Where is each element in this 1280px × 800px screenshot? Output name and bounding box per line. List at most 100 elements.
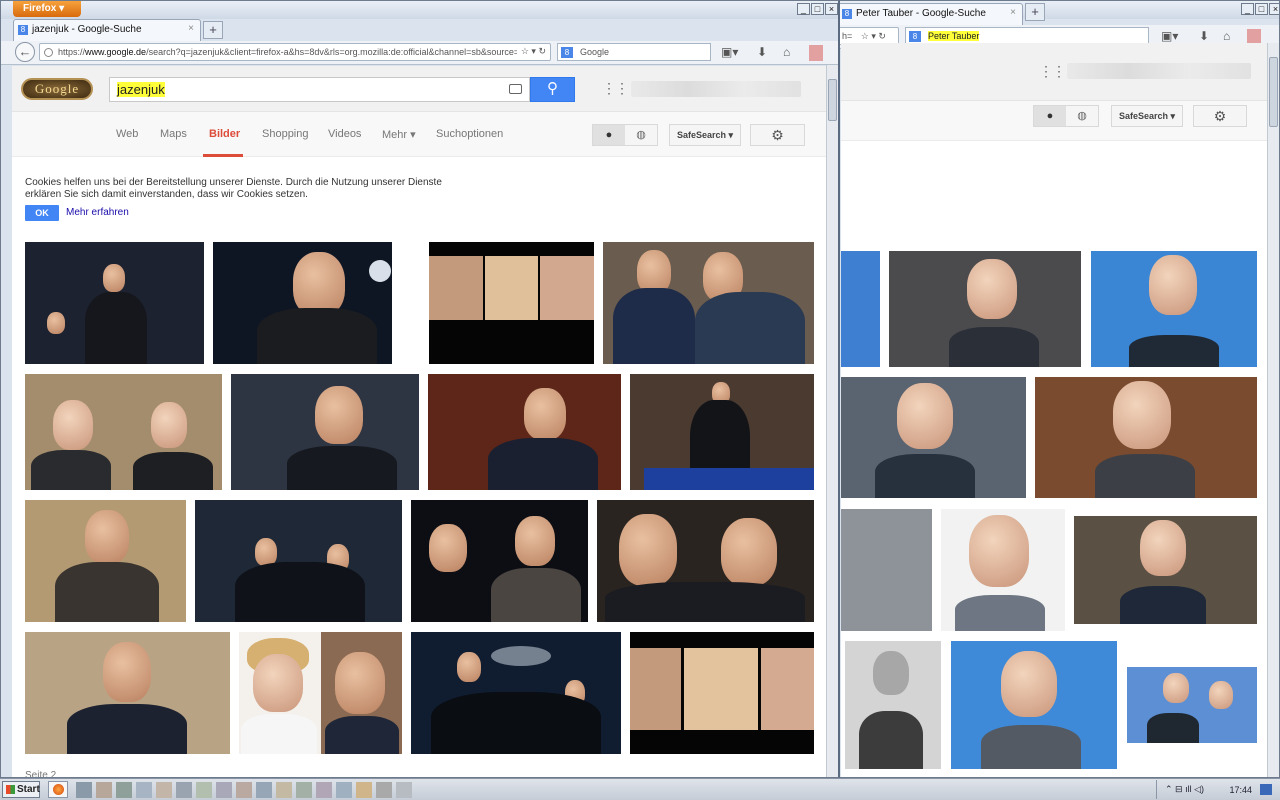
addon-icon[interactable] [809, 45, 823, 61]
search-button[interactable]: ⚲ [530, 77, 575, 102]
start-button[interactable]: Start [2, 781, 40, 798]
learn-more-link[interactable]: Mehr erfahren [66, 207, 129, 218]
download-icon[interactable]: ⬇ [1199, 29, 1209, 43]
result-image[interactable] [1127, 667, 1257, 743]
tray-icons[interactable]: ⌃ ⊟ ıll ◁) [1165, 784, 1204, 794]
safesearch-button[interactable]: SafeSearch ▾ [1111, 105, 1184, 127]
result-image[interactable] [941, 509, 1065, 631]
settings-gear-icon[interactable]: ⚙ [1193, 105, 1247, 127]
minimize-button[interactable]: _ [1241, 3, 1254, 15]
result-image[interactable] [411, 500, 588, 622]
result-image[interactable] [25, 500, 186, 622]
tab-web[interactable]: Web [116, 128, 138, 140]
result-image[interactable] [195, 500, 402, 622]
close-button[interactable]: × [1269, 3, 1279, 15]
close-button[interactable]: × [825, 3, 838, 15]
result-image[interactable] [845, 641, 941, 769]
taskbar-item[interactable] [216, 782, 232, 798]
private-results-toggle[interactable]: ● ◍ [1033, 105, 1099, 127]
taskbar-item[interactable] [376, 782, 392, 798]
apps-grid-icon[interactable]: ⋮⋮⋮ [1039, 64, 1079, 79]
result-image[interactable] [25, 374, 222, 490]
vertical-scrollbar[interactable] [826, 65, 838, 777]
tab-suchoptionen[interactable]: Suchoptionen [436, 128, 503, 140]
taskbar-item[interactable] [296, 782, 312, 798]
apps-grid-icon[interactable]: ⋮⋮⋮ [602, 81, 642, 96]
person-icon[interactable]: ● [1034, 106, 1066, 126]
bookmark-star-icon[interactable]: ☆ ▾ ↻ [861, 31, 886, 41]
result-image[interactable] [597, 500, 814, 622]
settings-gear-icon[interactable]: ⚙ [750, 124, 805, 146]
taskbar-item[interactable] [236, 782, 252, 798]
download-icon[interactable]: ⬇ [757, 45, 767, 59]
close-tab-icon[interactable]: × [1010, 7, 1016, 18]
result-image[interactable] [889, 251, 1081, 367]
action-center-icon[interactable] [1260, 784, 1272, 795]
url-bar[interactable]: https://www.google.de/search?q=jazenjuk&… [39, 43, 551, 61]
result-image[interactable] [1035, 377, 1257, 498]
taskbar-item[interactable] [176, 782, 192, 798]
tab-bilder[interactable]: Bilder [209, 128, 240, 140]
maximize-button[interactable]: □ [1255, 3, 1268, 15]
back-button-icon[interactable]: ← [15, 42, 35, 62]
result-image[interactable] [429, 242, 594, 364]
firefox-taskbar-icon[interactable] [48, 781, 68, 798]
person-icon[interactable]: ● [593, 125, 625, 145]
addon-icon[interactable] [1247, 29, 1261, 43]
result-image[interactable] [841, 377, 1026, 498]
result-image[interactable] [25, 242, 204, 364]
result-image[interactable] [25, 632, 230, 754]
private-results-toggle[interactable]: ● ◍ [592, 124, 658, 146]
result-image[interactable] [841, 509, 932, 631]
taskbar-item[interactable] [196, 782, 212, 798]
cookie-ok-button[interactable]: OK [25, 205, 59, 221]
taskbar-item[interactable] [116, 782, 132, 798]
result-image[interactable] [1091, 251, 1257, 367]
home-icon[interactable]: ⌂ [1223, 29, 1230, 43]
result-image[interactable] [951, 641, 1117, 769]
tab-jazenjuk[interactable]: 8 jazenjuk - Google-Suche × [13, 19, 201, 41]
new-tab-button[interactable]: + [1025, 3, 1045, 21]
result-image[interactable] [1074, 516, 1257, 624]
result-image[interactable] [630, 632, 814, 754]
vertical-scrollbar[interactable] [1267, 43, 1279, 777]
maximize-button[interactable]: □ [811, 3, 824, 15]
safesearch-button[interactable]: SafeSearch ▾ [669, 124, 742, 146]
result-image[interactable] [411, 632, 621, 754]
taskbar-item[interactable] [396, 782, 412, 798]
result-image[interactable] [630, 374, 814, 490]
taskbar-item[interactable] [256, 782, 272, 798]
taskbar-item[interactable] [76, 782, 92, 798]
bookmark-star-icon[interactable]: ☆ ▾ ↻ [516, 46, 546, 57]
tab-mehr[interactable]: Mehr ▾ [382, 128, 416, 141]
taskbar-item[interactable] [276, 782, 292, 798]
tab-peter-tauber[interactable]: 8 Peter Tauber - Google-Suche × [837, 3, 1023, 25]
minimize-button[interactable]: _ [797, 3, 810, 15]
camera-icon[interactable] [509, 84, 522, 94]
taskbar-item[interactable] [136, 782, 152, 798]
google-logo[interactable]: Google [21, 78, 93, 100]
result-image[interactable] [231, 374, 419, 490]
taskbar-item[interactable] [336, 782, 352, 798]
globe-icon[interactable]: ◍ [1066, 106, 1098, 126]
result-image[interactable] [213, 242, 392, 364]
home-icon[interactable]: ⌂ [783, 45, 790, 59]
taskbar-item[interactable] [316, 782, 332, 798]
search-bar[interactable]: 8 Google [557, 43, 711, 61]
tab-videos[interactable]: Videos [328, 128, 361, 140]
taskbar-item[interactable] [356, 782, 372, 798]
taskbar-item[interactable] [96, 782, 112, 798]
search-input[interactable]: jazenjuk [109, 77, 530, 102]
result-image[interactable] [239, 632, 402, 754]
result-image[interactable] [603, 242, 814, 364]
tab-maps[interactable]: Maps [160, 128, 187, 140]
firefox-menu-button[interactable]: Firefox ▾ [13, 1, 81, 17]
tab-shopping[interactable]: Shopping [262, 128, 309, 140]
globe-icon[interactable]: ◍ [625, 125, 657, 145]
screenshot-icon[interactable]: ▣▾ [721, 45, 738, 59]
close-tab-icon[interactable]: × [188, 23, 194, 34]
result-image[interactable] [841, 251, 880, 367]
new-tab-button[interactable]: + [203, 21, 223, 39]
screenshot-icon[interactable]: ▣▾ [1161, 29, 1178, 43]
result-image[interactable] [428, 374, 621, 490]
